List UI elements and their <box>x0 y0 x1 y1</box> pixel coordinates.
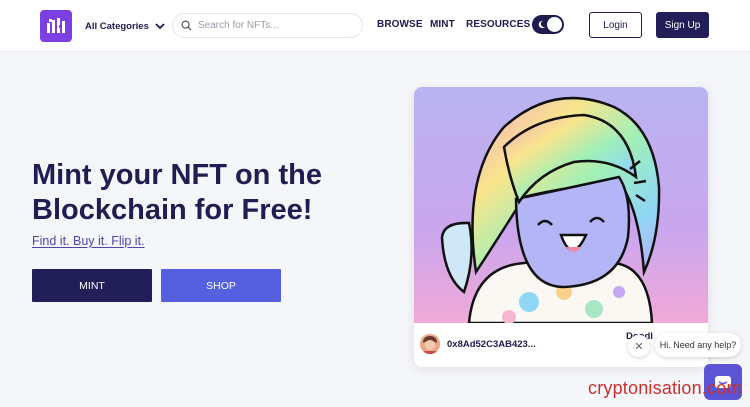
categories-dropdown[interactable]: All Categories <box>85 18 165 34</box>
mint-button[interactable]: MINT <box>32 269 152 302</box>
search-bar[interactable] <box>172 13 363 38</box>
shop-button[interactable]: SHOP <box>161 269 281 302</box>
nav-browse[interactable]: BROWSE <box>377 19 423 30</box>
logo-icon <box>47 18 65 33</box>
signup-button[interactable]: Sign Up <box>656 12 709 38</box>
owner-address[interactable]: 0x8Ad52C3AB423... <box>447 339 536 350</box>
featured-nft-card[interactable]: 0x8Ad52C3AB423... Doodl <box>414 87 708 367</box>
nav-resources[interactable]: RESOURCES <box>466 19 530 30</box>
help-message-bubble[interactable]: Hi. Need any help? <box>655 333 741 357</box>
search-icon <box>181 20 192 31</box>
hero-subtitle-link[interactable]: Find it. Buy it. Flip it. <box>32 234 145 248</box>
nav-mint[interactable]: MINT <box>430 19 455 30</box>
categories-label: All Categories <box>85 20 149 32</box>
owner-avatar[interactable] <box>420 334 440 354</box>
logo[interactable] <box>40 10 72 42</box>
top-header: All Categories BROWSE MINT RESOURCES Log… <box>0 0 750 52</box>
toggle-knob <box>547 17 562 32</box>
nft-artwork <box>414 87 708 323</box>
close-icon[interactable]: ✕ <box>628 335 650 357</box>
hero-title-line-1: Mint your NFT on the <box>32 159 322 191</box>
hero-title-line-2: Blockchain for Free! <box>32 194 313 226</box>
watermark: cryptonisation.com <box>588 378 742 398</box>
search-input[interactable] <box>198 20 358 31</box>
hero-title: Mint your NFT on the Blockchain for Free… <box>32 158 372 228</box>
moon-icon <box>538 20 546 29</box>
theme-toggle[interactable] <box>532 15 564 34</box>
chevron-down-icon <box>155 23 165 30</box>
login-button[interactable]: Login <box>589 12 642 38</box>
